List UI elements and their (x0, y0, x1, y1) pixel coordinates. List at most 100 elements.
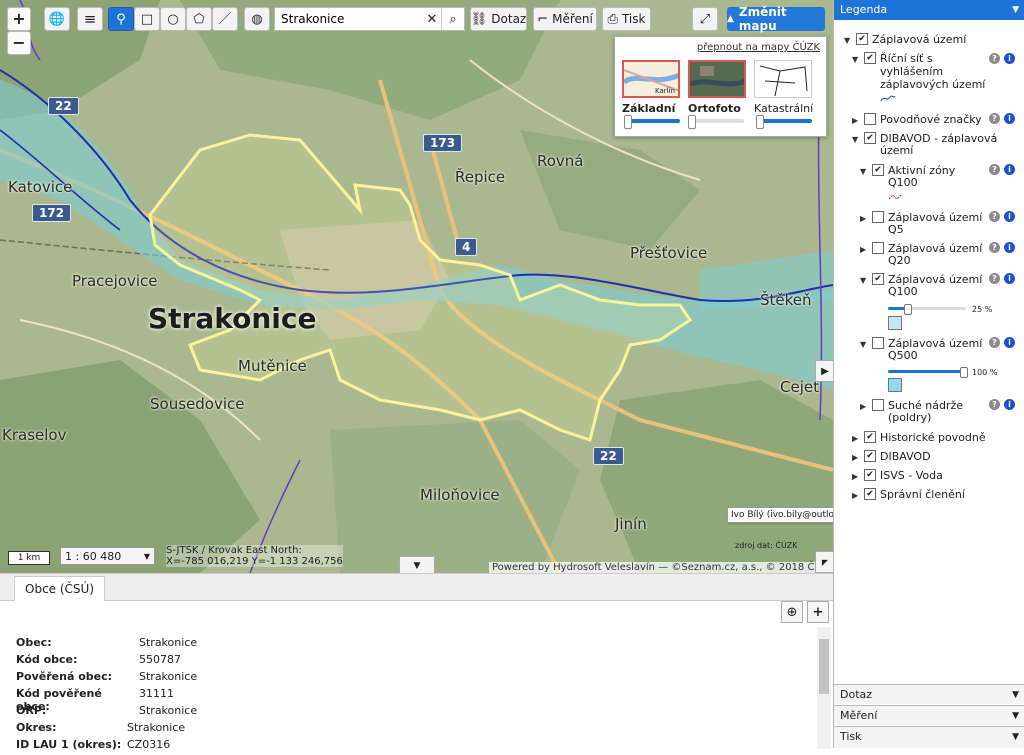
expand-arrow[interactable]: ▶ (852, 453, 858, 462)
slider-knob[interactable] (756, 115, 764, 129)
expand-arrow[interactable]: ▶ (852, 491, 858, 500)
add-button[interactable]: + (807, 601, 829, 623)
checkbox-zaplavova[interactable]: ✔ (856, 33, 868, 45)
info-icon[interactable]: i (1004, 273, 1015, 284)
info-icon[interactable]: i (1004, 242, 1015, 253)
expand-arrow[interactable]: ▼ (852, 135, 858, 144)
switch-cuzk-link[interactable]: přepnout na mapy ČÚZK (697, 42, 820, 53)
slider-knob[interactable] (624, 115, 632, 129)
basemap-opacity-slider[interactable] (756, 115, 812, 129)
checkbox-q5[interactable] (872, 211, 884, 223)
fullscreen-button[interactable]: ⤢ (692, 7, 718, 31)
basemap-opacity-slider[interactable] (688, 115, 744, 129)
info-icon[interactable]: i (1004, 53, 1015, 64)
checkbox-q500[interactable] (872, 337, 884, 349)
expand-arrow[interactable]: ▶ (860, 245, 866, 254)
help-icon[interactable]: ? (989, 399, 1000, 410)
tab-obce[interactable]: Obce (ČSÚ) (14, 576, 105, 601)
accordion-tisk[interactable]: Tisk ▼ (834, 726, 1024, 748)
map-view[interactable]: Katovice Pracejovice Strakonice Mutěnice… (0, 0, 833, 573)
expand-arrow[interactable]: ▼ (844, 36, 850, 45)
toggle-legend-button[interactable]: ▶ (815, 360, 833, 382)
slider-knob[interactable] (960, 367, 968, 378)
toggle-info-panel-button[interactable]: ▼ (399, 556, 435, 573)
zoom-to-feature-button[interactable]: ⊕ (781, 601, 803, 623)
resize-corner-button[interactable]: ◤ (815, 551, 833, 573)
info-scrollbar[interactable] (817, 627, 831, 749)
help-icon[interactable]: ? (989, 164, 1000, 175)
zoom-out-button[interactable]: − (7, 31, 31, 55)
checkbox-suche-nadrze[interactable] (872, 399, 884, 411)
active-zone-symbol (888, 194, 902, 200)
checkbox-ricni-sit[interactable]: ✔ (864, 52, 876, 64)
help-icon[interactable]: ? (989, 337, 1000, 348)
measure-button[interactable]: ⌐ Měření (533, 7, 597, 31)
checkbox-povodnove[interactable] (864, 113, 876, 125)
checkbox-q20[interactable] (872, 242, 884, 254)
help-icon[interactable]: ? (989, 273, 1000, 284)
expand-arrow[interactable]: ▼ (860, 167, 866, 176)
road-number: 173 (423, 134, 463, 152)
info-icon[interactable]: i (1004, 113, 1015, 124)
menu-button[interactable]: ≡ (77, 7, 103, 31)
expand-arrow[interactable]: ▼ (852, 55, 858, 64)
layers-button[interactable]: ◍ (244, 7, 270, 31)
help-icon[interactable]: ? (989, 113, 1000, 124)
legend-header[interactable]: Legenda ▼ (834, 0, 1024, 20)
expand-arrow[interactable]: ▼ (860, 340, 866, 349)
rectangle-tool-button[interactable]: □ (134, 7, 160, 31)
circle-tool-button[interactable]: ○ (160, 7, 186, 31)
q500-opacity-slider[interactable] (888, 367, 968, 378)
query-label: Dotaz (491, 12, 527, 26)
expand-arrow[interactable]: ▶ (852, 434, 858, 443)
basemap-thumb-cadastral[interactable] (754, 60, 812, 98)
info-icon[interactable]: i (1004, 399, 1015, 410)
zoom-in-button[interactable]: + (7, 7, 31, 31)
help-icon[interactable]: ? (989, 242, 1000, 253)
circle-icon: ○ (167, 11, 179, 27)
expand-arrow[interactable]: ▶ (852, 116, 858, 125)
info-icon[interactable]: i (1004, 211, 1015, 222)
change-map-button[interactable]: ▲ Změnit mapu (727, 5, 825, 33)
expand-arrow[interactable]: ▶ (860, 402, 866, 411)
checkbox-aktivni-zony[interactable]: ✔ (872, 164, 884, 176)
line-tool-button[interactable]: ／ (212, 7, 238, 31)
expand-icon: ⤢ (699, 11, 711, 27)
point-tool-button[interactable]: ⚲ (108, 7, 134, 31)
help-icon[interactable]: ? (989, 53, 1000, 64)
info-icon[interactable]: i (1004, 164, 1015, 175)
scrollbar-thumb[interactable] (819, 639, 829, 694)
checkbox-historicke[interactable]: ✔ (864, 431, 876, 443)
expand-arrow[interactable]: ▶ (860, 214, 866, 223)
checkbox-dibavod-zaplavova[interactable]: ✔ (864, 132, 876, 144)
scale-select[interactable]: 1 : 60 480 ▼ (60, 547, 155, 565)
print-button[interactable]: ⎙ Tisk (602, 7, 651, 31)
search-box[interactable]: ✕ ⌕ (274, 7, 465, 31)
road-number: 4 (455, 238, 478, 256)
accordion-dotaz[interactable]: Dotaz ▼ (834, 684, 1024, 704)
slider-knob[interactable] (688, 115, 696, 129)
help-icon[interactable]: ? (989, 211, 1000, 222)
coordinates-readout: S-JTSK / Krovak East North: X=-785 016,2… (166, 545, 343, 567)
q100-opacity-slider[interactable] (888, 304, 966, 315)
checkbox-isvs[interactable]: ✔ (864, 469, 876, 481)
layer-label: DIBAVOD (880, 450, 931, 463)
expand-arrow[interactable]: ▶ (852, 472, 858, 481)
basemap-opacity-slider[interactable] (624, 115, 680, 129)
clear-icon[interactable]: ✕ (423, 12, 441, 27)
query-button[interactable]: ⛓ Dotaz (470, 7, 527, 31)
accordion-mereni[interactable]: Měření ▼ (834, 705, 1024, 725)
globe-button[interactable]: 🌐 (44, 7, 70, 31)
checkbox-q100[interactable]: ✔ (872, 273, 884, 285)
polygon-tool-button[interactable]: ⬠ (186, 7, 212, 31)
q100-swatch (888, 316, 902, 330)
slider-knob[interactable] (904, 304, 912, 315)
info-icon[interactable]: i (1004, 337, 1015, 348)
checkbox-spravni[interactable]: ✔ (864, 488, 876, 500)
expand-arrow[interactable]: ▼ (860, 276, 866, 285)
basemap-thumb-basic[interactable]: Karlín (622, 60, 680, 98)
basemap-thumb-ortho[interactable] (688, 60, 746, 98)
search-input[interactable] (275, 11, 423, 27)
checkbox-dibavod[interactable]: ✔ (864, 450, 876, 462)
search-icon[interactable]: ⌕ (441, 8, 464, 30)
